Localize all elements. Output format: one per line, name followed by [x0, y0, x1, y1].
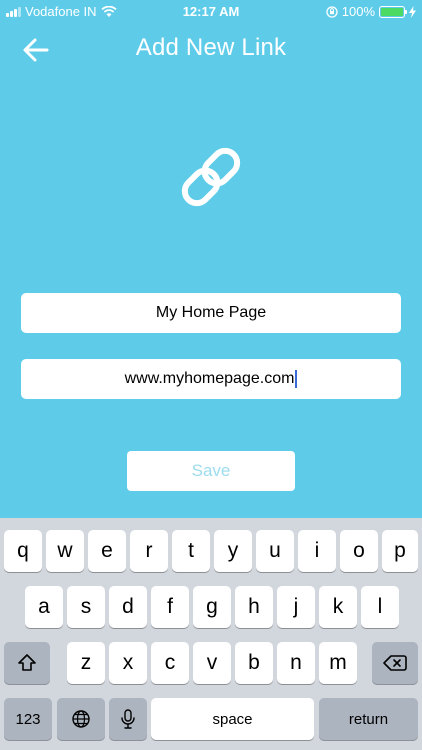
key-e[interactable]: e: [88, 530, 126, 572]
link-icon: [181, 147, 241, 207]
key-a[interactable]: a: [25, 586, 63, 628]
globe-icon: [72, 710, 90, 728]
key-y[interactable]: y: [214, 530, 252, 572]
key-h[interactable]: h: [235, 586, 273, 628]
key-j[interactable]: j: [277, 586, 315, 628]
key-c[interactable]: c: [151, 642, 189, 684]
battery-percent: 100%: [341, 4, 375, 19]
link-url-field[interactable]: www.myhomepage.com: [21, 359, 401, 399]
page-title: Add New Link: [135, 34, 287, 61]
key-q[interactable]: q: [4, 530, 42, 572]
globe-key[interactable]: [57, 698, 105, 740]
key-p[interactable]: p: [382, 530, 418, 572]
backspace-icon: [383, 655, 407, 671]
key-x[interactable]: x: [109, 642, 147, 684]
shift-key[interactable]: [4, 642, 50, 684]
key-l[interactable]: l: [361, 586, 399, 628]
return-key[interactable]: return: [319, 698, 418, 740]
link-url-value: www.myhomepage.com: [124, 370, 295, 387]
key-w[interactable]: w: [46, 530, 84, 572]
key-z[interactable]: z: [67, 642, 105, 684]
microphone-icon: [121, 709, 135, 729]
key-u[interactable]: u: [256, 530, 294, 572]
status-right: 100%: [326, 4, 416, 19]
battery-icon: [379, 5, 407, 18]
numbers-key[interactable]: 123: [4, 698, 52, 740]
key-g[interactable]: g: [193, 586, 231, 628]
keyboard: q w e r t y u i o p a s d f g h j k l z …: [0, 518, 422, 750]
key-s[interactable]: s: [67, 586, 105, 628]
key-i[interactable]: i: [298, 530, 336, 572]
key-b[interactable]: b: [235, 642, 273, 684]
key-d[interactable]: d: [109, 586, 147, 628]
link-name-value: My Home Page: [155, 304, 267, 321]
save-button[interactable]: Save: [127, 451, 295, 491]
key-f[interactable]: f: [151, 586, 189, 628]
key-k[interactable]: k: [319, 586, 357, 628]
shift-icon: [18, 654, 36, 671]
key-n[interactable]: n: [277, 642, 315, 684]
key-t[interactable]: t: [172, 530, 210, 572]
key-o[interactable]: o: [340, 530, 378, 572]
status-bar: Vodafone IN 12:17 AM 100%: [0, 0, 422, 24]
key-r[interactable]: r: [130, 530, 168, 572]
rotation-lock-icon: [326, 5, 338, 18]
key-m[interactable]: m: [319, 642, 357, 684]
link-name-field[interactable]: My Home Page: [21, 293, 401, 333]
space-key[interactable]: space: [151, 698, 314, 740]
charging-bolt-icon: [409, 5, 416, 18]
backspace-key[interactable]: [372, 642, 418, 684]
text-caret: [295, 370, 298, 388]
key-v[interactable]: v: [193, 642, 231, 684]
microphone-key[interactable]: [109, 698, 147, 740]
